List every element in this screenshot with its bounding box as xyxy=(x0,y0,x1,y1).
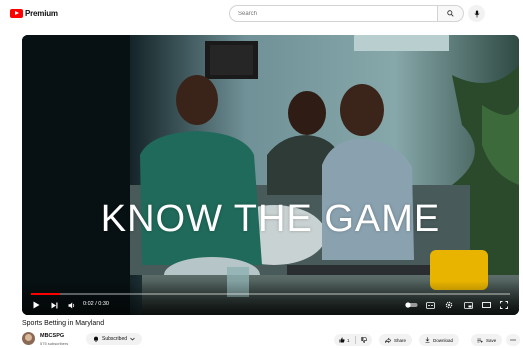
subtitles-icon xyxy=(425,301,435,309)
channel-name[interactable]: MBCSPG xyxy=(40,333,64,339)
like-dislike-group: 1 xyxy=(334,334,372,346)
youtube-logo-icon xyxy=(10,9,23,18)
fullscreen-icon xyxy=(500,301,508,309)
dislike-button[interactable] xyxy=(356,334,372,346)
subscribed-label: Subscribed xyxy=(102,336,128,342)
next-icon xyxy=(51,302,57,308)
thumbs-down-icon xyxy=(360,337,367,343)
subscribed-button[interactable]: Subscribed xyxy=(86,333,143,345)
video-title: Sports Betting in Maryland xyxy=(22,320,105,327)
share-button[interactable]: Share xyxy=(379,334,413,346)
search-input[interactable] xyxy=(238,10,437,17)
play-button[interactable] xyxy=(30,299,42,311)
settings-button[interactable] xyxy=(443,299,455,311)
download-icon xyxy=(425,337,430,343)
like-count: 1 xyxy=(347,337,350,343)
search-box xyxy=(229,5,438,22)
video-player[interactable]: KNOW THE GAME 0:02 / 0:30 xyxy=(22,35,519,315)
video-frame xyxy=(22,35,519,315)
next-button[interactable] xyxy=(48,299,60,311)
like-button[interactable]: 1 xyxy=(334,334,355,346)
share-label: Share xyxy=(394,337,407,343)
progress-bar[interactable] xyxy=(31,293,510,295)
player-controls: 0:02 / 0:30 xyxy=(22,297,519,313)
miniplayer-icon xyxy=(463,301,473,309)
voice-search-button[interactable] xyxy=(468,5,485,22)
more-actions-button[interactable] xyxy=(506,334,520,346)
theater-icon xyxy=(481,302,491,308)
autoplay-toggle[interactable] xyxy=(403,299,419,311)
youtube-premium-logo[interactable]: Premium xyxy=(10,9,58,18)
autoplay-toggle-icon xyxy=(404,302,417,308)
progress-played xyxy=(31,293,60,295)
mute-button[interactable] xyxy=(66,299,78,311)
subtitles-button[interactable] xyxy=(424,299,436,311)
search-button[interactable] xyxy=(438,5,464,22)
search-icon xyxy=(447,10,454,17)
bell-icon xyxy=(94,336,98,342)
mic-icon xyxy=(474,10,479,17)
save-button[interactable]: Save xyxy=(471,334,503,346)
miniplayer-button[interactable] xyxy=(462,299,474,311)
logo-text: Premium xyxy=(25,9,58,18)
masthead: Premium xyxy=(0,0,523,30)
share-icon xyxy=(385,337,391,343)
download-label: Download xyxy=(433,337,454,343)
fullscreen-button[interactable] xyxy=(498,299,510,311)
chevron-down-icon xyxy=(130,337,135,341)
subscriber-count: 575 subscribers xyxy=(40,341,69,346)
save-icon xyxy=(477,338,483,343)
thumbs-up-icon xyxy=(339,337,345,343)
save-label: Save xyxy=(486,337,497,343)
play-icon xyxy=(33,301,39,309)
video-overlay-text: KNOW THE GAME xyxy=(100,198,441,240)
theater-mode-button[interactable] xyxy=(480,299,492,311)
download-button[interactable]: Download xyxy=(419,334,460,346)
channel-avatar[interactable] xyxy=(22,332,35,345)
time-display: 0:02 / 0:30 xyxy=(83,301,109,307)
settings-icon xyxy=(445,301,453,309)
volume-icon xyxy=(68,302,75,308)
more-icon xyxy=(510,339,516,341)
